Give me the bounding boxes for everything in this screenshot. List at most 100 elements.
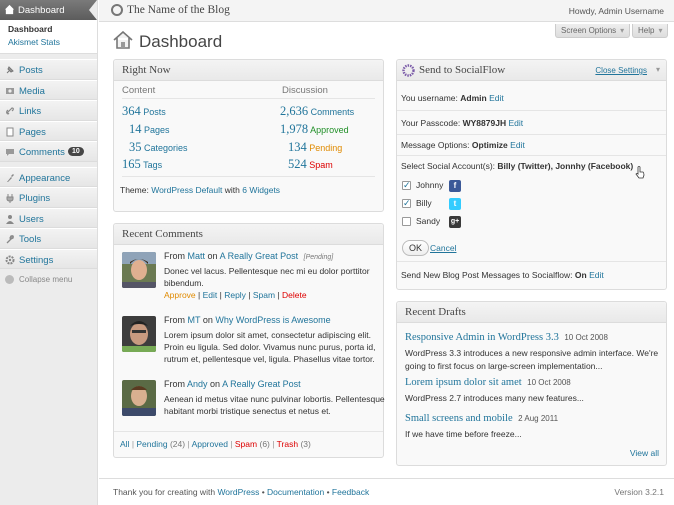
from-label: From <box>164 251 185 261</box>
recent-drafts-widget: Recent Drafts Responsive Admin in WordPr… <box>396 301 667 466</box>
avatar <box>122 252 156 288</box>
screen-options-button[interactable]: Screen Options ▾ <box>555 24 631 38</box>
tags-link: Tags <box>143 160 163 170</box>
dashboard-submenu: Dashboard Akismet Stats <box>0 20 97 54</box>
filter-pending[interactable]: Pending <box>136 439 167 449</box>
comment-author-link[interactable]: Matt <box>188 251 206 261</box>
admin-sidebar: Dashboard Dashboard Akismet Stats Posts … <box>0 0 98 505</box>
view-all-drafts-link[interactable]: View all <box>630 448 659 458</box>
draft-title-link[interactable]: Responsive Admin in WordPress 3.3 <box>405 332 559 343</box>
widgets-link[interactable]: 6 Widgets <box>242 185 280 195</box>
screen-options-label: Screen Options <box>561 26 617 35</box>
tags-count: 165 <box>122 157 141 171</box>
edit-action[interactable]: Edit <box>203 290 218 300</box>
theme-info: Theme: WordPress Default with 6 Widgets <box>120 185 280 195</box>
approved-link: Approved <box>310 125 349 135</box>
comment-post-link[interactable]: Why WordPress is Awesome <box>215 315 330 325</box>
pages-icon <box>6 127 14 136</box>
twitter-icon: t <box>449 198 461 210</box>
comment-author-link[interactable]: Andy <box>187 379 208 389</box>
menu-plugins[interactable]: Plugins <box>0 187 97 208</box>
send-new-posts-edit-link[interactable]: Edit <box>589 270 604 280</box>
wordpress-link[interactable]: WordPress <box>217 487 259 497</box>
pending-count-row[interactable]: 134 Pending <box>288 140 342 155</box>
plug-icon <box>6 194 14 203</box>
draft-title-link[interactable]: Small screens and mobile <box>405 413 513 424</box>
account-name-sandy: Sandy <box>416 216 441 226</box>
recent-comments-title[interactable]: Recent Comments <box>114 224 383 245</box>
approved-count-row[interactable]: 1,978 Approved <box>280 122 349 137</box>
howdy-user-link[interactable]: Howdy, Admin Username <box>569 6 664 16</box>
filter-all[interactable]: All <box>120 439 129 449</box>
feedback-link[interactable]: Feedback <box>332 487 369 497</box>
posts-count-row[interactable]: 364 Posts <box>122 104 166 119</box>
account-checkbox-billy[interactable]: ✓ <box>402 199 411 208</box>
from-label: From <box>164 315 185 325</box>
recent-drafts-title[interactable]: Recent Drafts <box>397 302 666 323</box>
menu-links-label: Links <box>19 106 42 117</box>
socialflow-widget: Send to SocialFlow Close Settings ▾ You … <box>396 59 667 290</box>
documentation-link[interactable]: Documentation <box>267 487 324 497</box>
passcode-row: Your Passcode: WY8879JH Edit <box>401 118 523 128</box>
right-now-widget: Right Now Content Discussion 364 Posts 1… <box>113 59 384 212</box>
cancel-link[interactable]: Cancel <box>430 243 456 253</box>
menu-pages-label: Pages <box>19 126 46 138</box>
filter-trash[interactable]: Trash <box>277 439 298 449</box>
spam-count-row[interactable]: 524 Spam <box>288 157 333 172</box>
socialflow-title: Send to SocialFlow <box>419 64 506 76</box>
submenu-dashboard[interactable]: Dashboard <box>8 23 97 36</box>
username-edit-link[interactable]: Edit <box>489 93 504 103</box>
blog-name-link[interactable]: The Name of the Blog <box>127 4 230 16</box>
menu-dashboard[interactable]: Dashboard <box>0 0 97 20</box>
menu-posts[interactable]: Posts <box>0 59 97 80</box>
account-checkbox-sandy[interactable] <box>402 217 411 226</box>
reply-action[interactable]: Reply <box>224 290 246 300</box>
comment-post-link[interactable]: A Really Great Post <box>222 379 301 389</box>
menu-users[interactable]: Users <box>0 207 97 228</box>
delete-action[interactable]: Delete <box>282 290 307 300</box>
menu-appearance[interactable]: Appearance <box>0 166 97 187</box>
draft-item: Responsive Admin in WordPress 3.3 10 Oct… <box>405 332 608 343</box>
chevron-down-icon: ▾ <box>620 26 625 35</box>
pages-count-row[interactable]: 14 Pages <box>129 122 170 137</box>
filter-spam[interactable]: Spam <box>235 439 257 449</box>
menu-links[interactable]: Links <box>0 100 97 121</box>
menu-tools[interactable]: Tools <box>0 228 97 249</box>
users-icon <box>6 214 14 224</box>
categories-count-row[interactable]: 35 Categories <box>129 140 188 155</box>
comment-post-link[interactable]: A Really Great Post <box>220 251 299 261</box>
posts-link: Posts <box>143 107 166 117</box>
draft-date: 2 Aug 2011 <box>518 414 559 423</box>
comment-author-link[interactable]: MT <box>188 315 201 325</box>
approve-action[interactable]: Approve <box>164 290 196 300</box>
spam-action[interactable]: Spam <box>253 290 275 300</box>
theme-name-link[interactable]: WordPress Default <box>151 185 222 195</box>
message-options-edit-link[interactable]: Edit <box>510 140 525 150</box>
passcode-edit-link[interactable]: Edit <box>508 118 523 128</box>
tags-count-row[interactable]: 165 Tags <box>122 157 162 172</box>
menu-media[interactable]: Media <box>0 79 97 100</box>
help-button[interactable]: Help ▾ <box>632 24 669 38</box>
comment-row-actions: Approve | Edit | Reply | Spam | Delete <box>164 290 307 300</box>
close-settings-link[interactable]: Close Settings <box>595 66 647 75</box>
comments-count-badge: 10 <box>68 147 84 156</box>
submenu-akismet-stats[interactable]: Akismet Stats <box>8 36 97 49</box>
pin-icon <box>6 66 14 74</box>
menu-comments[interactable]: Comments 10 <box>0 141 97 162</box>
ok-button[interactable]: OK <box>402 240 430 256</box>
collapse-menu[interactable]: Collapse menu <box>0 269 97 284</box>
socialflow-header[interactable]: Send to SocialFlow Close Settings ▾ <box>397 60 666 81</box>
recent-comments-widget: Recent Comments From Matt on A Really Gr… <box>113 223 385 458</box>
home-icon <box>113 31 133 49</box>
comments-count-row[interactable]: 2,636 Comments <box>280 104 354 119</box>
avatar <box>122 380 156 416</box>
help-label: Help <box>638 26 655 35</box>
draft-title-link[interactable]: Lorem ipsum dolor sit amet <box>405 377 522 388</box>
menu-settings-label: Settings <box>19 254 54 266</box>
filter-approved[interactable]: Approved <box>192 439 228 449</box>
pages-count: 14 <box>129 122 142 136</box>
menu-pages[interactable]: Pages <box>0 120 97 141</box>
account-checkbox-johnny[interactable]: ✓ <box>402 181 411 190</box>
menu-settings[interactable]: Settings <box>0 248 97 269</box>
right-now-title[interactable]: Right Now <box>114 60 383 81</box>
